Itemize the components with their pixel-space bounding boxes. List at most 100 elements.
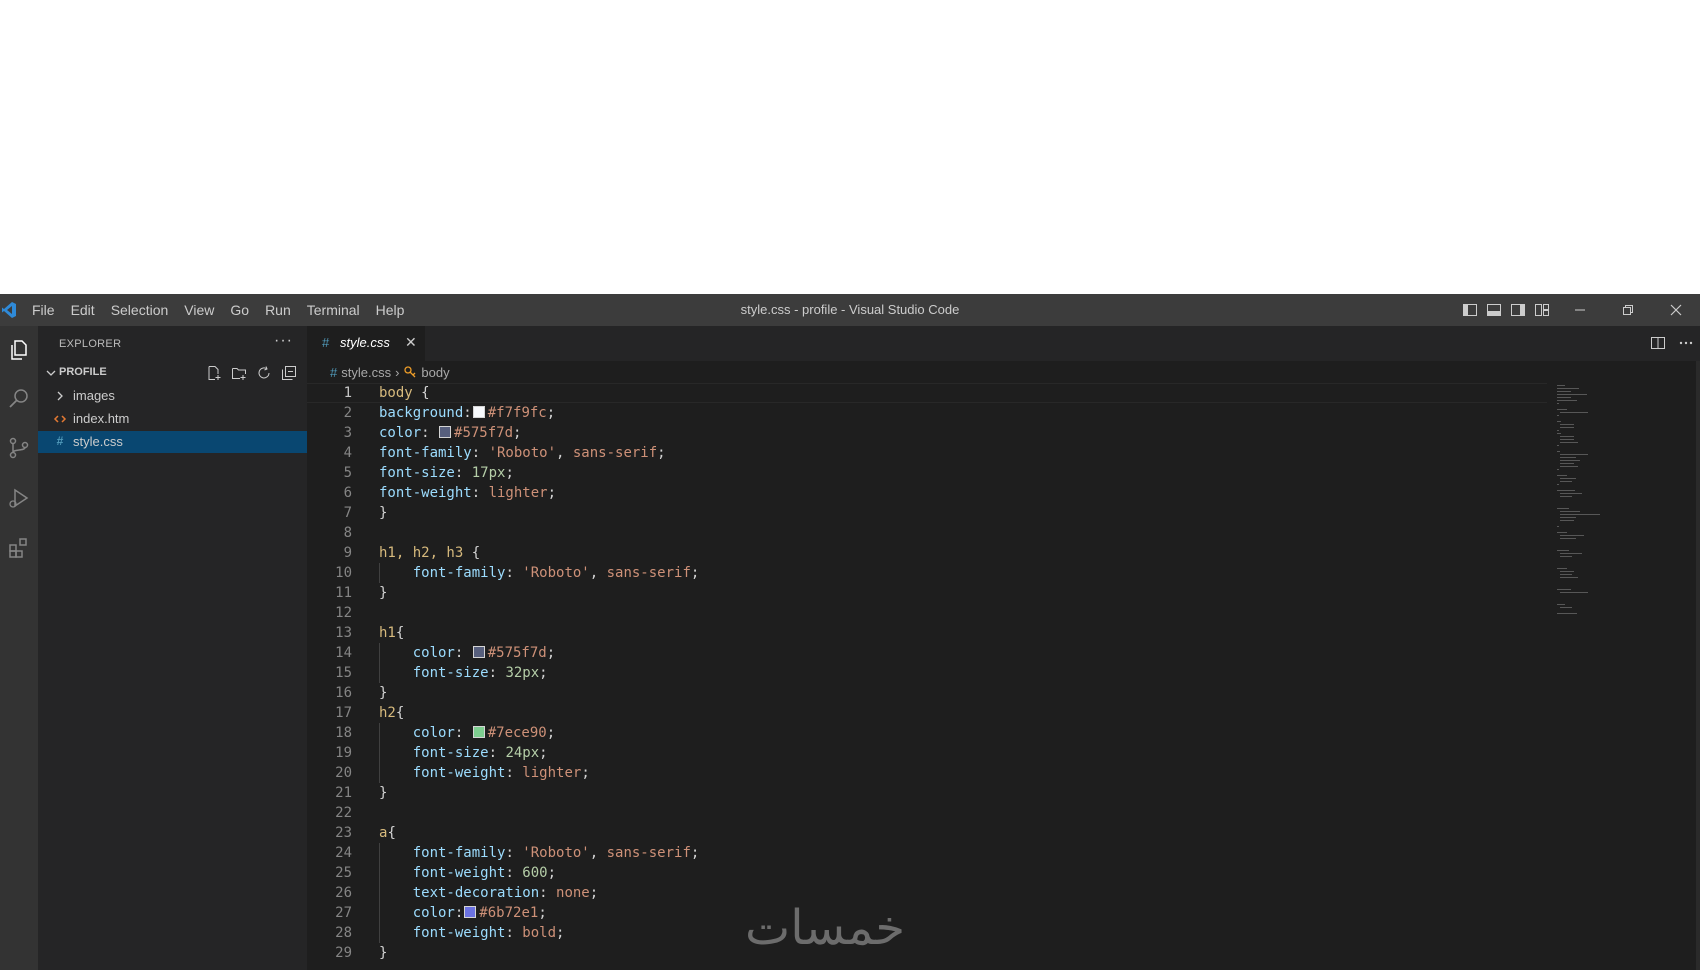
code-token: } bbox=[379, 505, 388, 521]
split-editor-icon[interactable] bbox=[1650, 335, 1666, 356]
code-token: sans-serif bbox=[606, 845, 691, 861]
menu-edit[interactable]: Edit bbox=[71, 294, 103, 326]
code-line[interactable]: 24 font-family: 'Roboto', sans-serif; bbox=[307, 843, 1547, 863]
menu-help[interactable]: Help bbox=[376, 294, 413, 326]
code-line[interactable]: 13 h1{ bbox=[307, 623, 1547, 643]
code-line[interactable]: 20 font-weight: lighter; bbox=[307, 763, 1547, 783]
code-line[interactable]: 9 h1, h2, h3 { bbox=[307, 543, 1547, 563]
tree-item-index-htm[interactable]: index.htm bbox=[38, 408, 307, 430]
code-token: : bbox=[539, 885, 557, 901]
code-token: : bbox=[505, 565, 523, 581]
code-text: color: #6b72e1; bbox=[379, 903, 547, 923]
line-number: 11 bbox=[335, 585, 352, 601]
code-line[interactable]: 8 bbox=[307, 523, 1547, 543]
refresh-icon[interactable] bbox=[256, 365, 272, 381]
menu-go[interactable]: Go bbox=[230, 294, 257, 326]
code-token: ; bbox=[556, 925, 565, 941]
toggle-secondary-sidebar-icon[interactable] bbox=[1510, 302, 1526, 318]
code-line[interactable]: 4 font-family: 'Roboto', sans-serif; bbox=[307, 443, 1547, 463]
code-line[interactable]: 29} bbox=[307, 943, 1547, 963]
code-token: ; bbox=[513, 425, 522, 441]
menu-view[interactable]: View bbox=[184, 294, 222, 326]
code-token: lighter bbox=[522, 765, 582, 781]
minimap[interactable] bbox=[1555, 383, 1645, 643]
code-line[interactable]: 3 color: #575f7d; bbox=[307, 423, 1547, 443]
code-line[interactable]: 1 body { bbox=[307, 383, 1547, 403]
code-line[interactable]: 17 h2{ bbox=[307, 703, 1547, 723]
new-file-icon[interactable] bbox=[206, 365, 222, 381]
menu-file[interactable]: File bbox=[32, 294, 63, 326]
code-text: font-weight: lighter; bbox=[379, 763, 590, 783]
tree-item-images-folder[interactable]: images bbox=[38, 385, 307, 407]
views-more-actions-icon[interactable]: ··· bbox=[274, 332, 293, 350]
code-line[interactable]: 10 font-family: 'Roboto', sans-serif; bbox=[307, 563, 1547, 583]
code-line[interactable]: 19 font-size: 24px; bbox=[307, 743, 1547, 763]
customize-layout-icon[interactable] bbox=[1534, 302, 1550, 318]
line-number: 27 bbox=[335, 905, 352, 921]
breadcrumb-symbol[interactable]: body bbox=[421, 365, 449, 380]
code-line[interactable]: 28 font-weight: bold; bbox=[307, 923, 1547, 943]
code-line[interactable]: 21} bbox=[307, 783, 1547, 803]
close-tab-icon[interactable]: ✕ bbox=[405, 334, 417, 351]
color-swatch[interactable] bbox=[464, 906, 477, 918]
toggle-primary-sidebar-icon[interactable] bbox=[1462, 302, 1478, 318]
run-debug-activity-icon[interactable] bbox=[0, 478, 38, 518]
color-swatch[interactable] bbox=[472, 646, 485, 658]
breadcrumb-file[interactable]: style.css bbox=[341, 365, 391, 380]
code-token: : bbox=[488, 665, 506, 681]
color-swatch[interactable] bbox=[472, 726, 485, 738]
code-line[interactable]: 12 bbox=[307, 603, 1547, 623]
code-line[interactable]: 7} bbox=[307, 503, 1547, 523]
source-control-activity-icon[interactable] bbox=[0, 428, 38, 468]
line-number: 20 bbox=[335, 765, 352, 781]
code-token: ; bbox=[539, 665, 548, 681]
code-line[interactable]: 26 text-decoration: none; bbox=[307, 883, 1547, 903]
code-line[interactable]: 11} bbox=[307, 583, 1547, 603]
tab-style-css[interactable]: # style.css ✕ bbox=[307, 326, 425, 361]
code-line[interactable]: 16} bbox=[307, 683, 1547, 703]
menu-selection[interactable]: Selection bbox=[111, 294, 177, 326]
code-token: ; bbox=[589, 885, 599, 901]
code-line[interactable]: 14 color: #575f7d; bbox=[307, 643, 1547, 663]
code-line[interactable]: 27 color: #6b72e1; bbox=[307, 903, 1547, 923]
menu-terminal[interactable]: Terminal bbox=[307, 294, 368, 326]
close-window-button[interactable] bbox=[1652, 294, 1700, 326]
code-line[interactable]: 23 a{ bbox=[307, 823, 1547, 843]
color-swatch[interactable] bbox=[439, 426, 452, 438]
workspace-section-header[interactable]: PROFILE bbox=[38, 362, 307, 384]
code-token: sans-serif bbox=[572, 445, 658, 461]
color-swatch[interactable] bbox=[472, 406, 485, 418]
code-line[interactable]: 22 bbox=[307, 803, 1547, 823]
code-text: a{ bbox=[379, 823, 396, 843]
collapse-all-icon[interactable] bbox=[281, 365, 297, 381]
new-folder-icon[interactable] bbox=[231, 365, 247, 381]
tree-item-label: images bbox=[73, 388, 115, 403]
menu-run[interactable]: Run bbox=[265, 294, 299, 326]
code-token: color bbox=[379, 645, 455, 661]
code-line[interactable]: 5 font-size: 17px; bbox=[307, 463, 1547, 483]
css-file-icon: # bbox=[56, 434, 64, 448]
restore-button[interactable] bbox=[1604, 294, 1652, 326]
more-actions-icon[interactable] bbox=[1678, 335, 1694, 356]
search-activity-icon[interactable] bbox=[0, 378, 38, 418]
toggle-panel-icon[interactable] bbox=[1486, 302, 1502, 318]
code-token: ; bbox=[690, 565, 700, 581]
code-line[interactable]: 15 font-size: 32px; bbox=[307, 663, 1547, 683]
minimize-button[interactable] bbox=[1556, 294, 1604, 326]
code-line[interactable]: 25 font-weight: 600; bbox=[307, 863, 1547, 883]
code-line[interactable]: 2 background: #f7f9fc; bbox=[307, 403, 1547, 423]
line-number: 9 bbox=[343, 545, 352, 561]
extensions-activity-icon[interactable] bbox=[0, 528, 38, 568]
code-token: ; bbox=[547, 485, 557, 501]
tree-item-style-css[interactable]: # style.css bbox=[38, 431, 307, 453]
code-token: : bbox=[454, 905, 464, 921]
vertical-scrollbar[interactable] bbox=[1696, 361, 1700, 970]
explorer-activity-icon[interactable] bbox=[0, 330, 38, 370]
code-line[interactable]: 6 font-weight: lighter; bbox=[307, 483, 1547, 503]
code-editor[interactable]: 1 body {2 background: #f7f9fc; 3 color: #575f… bbox=[307, 383, 1547, 963]
code-token: #7ece90 bbox=[487, 725, 547, 741]
code-line[interactable]: 18 color: #7ece90; bbox=[307, 723, 1547, 743]
code-text: font-family: 'Roboto', sans-serif; bbox=[379, 843, 700, 863]
line-number: 2 bbox=[343, 405, 352, 421]
html-file-icon bbox=[53, 415, 67, 423]
